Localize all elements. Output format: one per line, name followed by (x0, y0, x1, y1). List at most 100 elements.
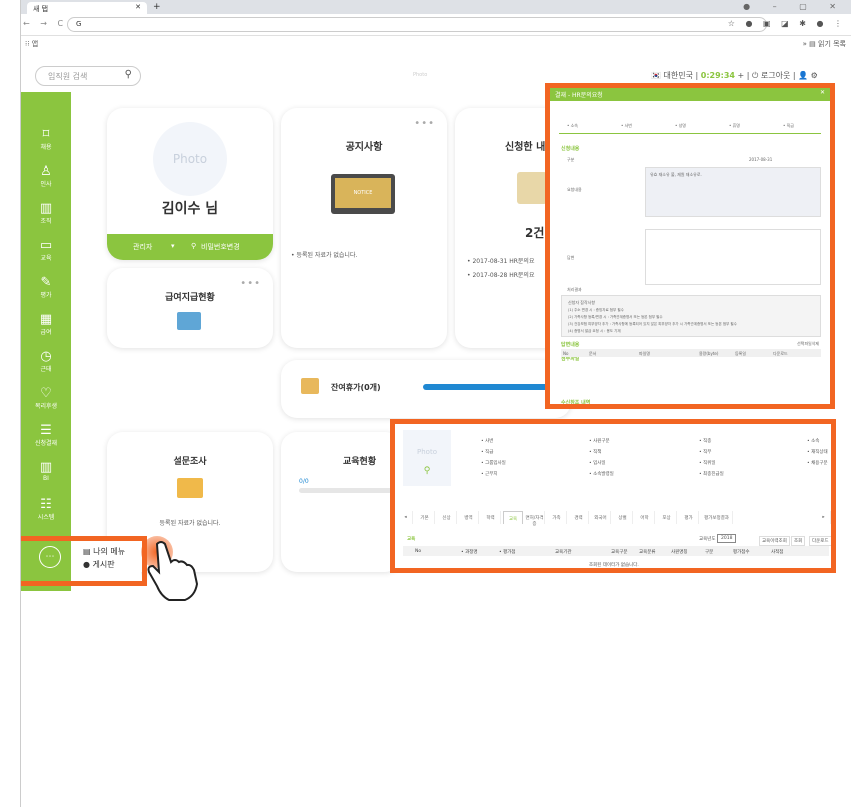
sidebar-item-label: 인사 (40, 181, 52, 188)
applied-item-2[interactable]: • 2017-08-28 HR문의요 (467, 270, 534, 279)
applied-count: 2건 (525, 226, 545, 240)
gear-icon[interactable]: ⚙ (811, 71, 818, 80)
applied-item-2-text: 2017-08-28 HR문의요 (472, 272, 535, 279)
notice-card: ••• 공지사항 NOTICE • 등록된 자료가 없습니다. (281, 108, 447, 348)
header-right: 🇰🇷 대한민국 | 0:29:34 + | ⏻ 로그아웃 | 👤 ⚙ (651, 71, 818, 80)
education-card: 교육현황 0/0 (281, 432, 401, 572)
quick-menu-popup: ▤ 나의 메뉴 ● 게시판 (73, 541, 141, 581)
sidebar-item-9[interactable]: ☰ 신청결재 (21, 424, 71, 447)
applied-illustration (517, 172, 547, 204)
sidebar-item-label: 평가 (40, 292, 52, 299)
notice-empty-text: 등록된 자료가 없습니다. (296, 252, 358, 259)
menu-icon: ▤ (83, 547, 91, 556)
extension-icons[interactable]: ☆ ● ▣ ◪ ✱ ● ⋮ (728, 19, 846, 28)
suitcase-icon (301, 378, 319, 394)
sidebar-item-label: 채용 (40, 144, 52, 151)
sidebar-item-2[interactable]: ♙ 인사 (21, 165, 71, 188)
extend-session-button[interactable]: + (738, 71, 745, 80)
reading-list-label: 읽기 목록 (818, 40, 846, 48)
reading-list[interactable]: » ▤ 읽기 목록 (803, 39, 846, 49)
sidebar-item-5[interactable]: ✎ 평가 (21, 276, 71, 299)
my-menu-label: 나의 메뉴 (93, 547, 126, 556)
sidebar-item-8[interactable]: ♡ 복리후생 (21, 387, 71, 410)
sidebar-item-1[interactable]: ⌑ 채용 (21, 128, 71, 151)
change-password-button[interactable]: 비밀번호변경 (201, 242, 240, 252)
laptop-icon: ▭ (39, 238, 53, 253)
applied-title: 신청한 내 (505, 142, 546, 153)
sidebar-item-7[interactable]: ◷ 근태 (21, 350, 71, 373)
logout-button[interactable]: 로그아웃 (761, 71, 790, 80)
heart-icon: ♡ (40, 386, 52, 401)
close-tab-icon[interactable]: ✕ (135, 3, 141, 11)
survey-empty-text: 등록된 자료가 없습니다. (159, 520, 221, 527)
nav-buttons[interactable]: ← → C (23, 19, 67, 28)
profile-actions-bar: 관리자 ▾ ⚲ 비밀번호변경 (107, 234, 273, 260)
vacation-progress-bar (423, 384, 563, 390)
url-input[interactable]: G (67, 17, 767, 32)
bookmark-icon: ⌑ (42, 127, 50, 142)
list-icon: ☰ (40, 423, 52, 438)
education-title: 교육현황 (343, 457, 377, 467)
more-icon[interactable]: ••• (414, 118, 435, 129)
key-icon: ⚲ (191, 242, 197, 250)
power-icon[interactable]: ⏻ (752, 71, 758, 80)
more-menu-button[interactable]: ⋯ (39, 546, 61, 568)
chat-icon: ● (83, 560, 90, 569)
applied-item-1-text: 2017-08-31 HR문의요 (472, 258, 535, 265)
payroll-card: ••• 급여지급현황 (107, 268, 273, 348)
sidebar-item-label: 급여 (40, 329, 52, 336)
profile-card: Photo 김이수 님 관리자 ▾ ⚲ 비밀번호변경 (107, 108, 273, 260)
sidebar-item-10[interactable]: ▥ BI (21, 461, 71, 482)
sidebar-item-label: 신청결재 (34, 440, 58, 447)
sidebar-item-label: BI (43, 475, 49, 482)
notice-empty: • 등록된 자료가 없습니다. (291, 252, 358, 259)
employee-search-input[interactable]: 임직원 검색 ⚲ (35, 66, 141, 86)
sidebar-item-label: 근태 (40, 366, 52, 373)
applied-item-1[interactable]: • 2017-08-31 HR문의요 (467, 256, 534, 265)
browser-tabbar: 새 탭 ✕ + ● – ▢ ✕ (21, 0, 851, 14)
tab-title: 새 탭 (33, 5, 49, 13)
browser-tab[interactable]: 새 탭 ✕ (27, 2, 147, 14)
education-progress-text: 0/0 (299, 478, 309, 485)
survey-title: 설문조사 (173, 457, 207, 467)
highlight-popup (545, 83, 835, 409)
board-item[interactable]: ● 게시판 (83, 558, 141, 571)
sidebar-item-6[interactable]: ▦ 급여 (21, 313, 71, 336)
sidebar-item-label: 시스템 (37, 514, 55, 521)
window-controls[interactable]: ● – ▢ ✕ (743, 2, 846, 11)
notice-illustration: NOTICE (331, 174, 395, 214)
person-icon: ♙ (40, 164, 52, 179)
flag-icon: 🇰🇷 (651, 71, 661, 80)
search-placeholder: 임직원 검색 (48, 72, 88, 81)
payroll-title: 급여지급현황 (165, 293, 215, 303)
sidebar-item-label: 복리후생 (34, 403, 58, 410)
education-progress-bar (299, 488, 399, 493)
sidebar-item-11[interactable]: ☷ 시스템 (21, 498, 71, 521)
chart-icon: ▥ (39, 460, 53, 475)
survey-icon (177, 478, 203, 498)
more-icon[interactable]: ••• (240, 278, 261, 289)
bookmarks-bar: ⁝⁝ 앱 » ▤ 읽기 목록 (21, 37, 851, 51)
chevron-down-icon[interactable]: ▾ (171, 242, 175, 250)
role-select[interactable]: 관리자 (133, 242, 152, 252)
payroll-icon (177, 312, 201, 330)
sidebar-item-label: 교육 (40, 255, 52, 262)
country-label[interactable]: 대한민국 (664, 71, 693, 80)
bookmark-apps[interactable]: 앱 (32, 40, 38, 48)
address-bar-row: ← → C G ☆ ● ▣ ◪ ✱ ● ⋮ (21, 14, 851, 36)
clock-icon: ◷ (40, 349, 52, 364)
edit-icon: ✎ (40, 275, 52, 290)
board-label: 게시판 (92, 560, 115, 569)
sidebar-item-3[interactable]: ▥ 조직 (21, 202, 71, 225)
my-menu-item[interactable]: ▤ 나의 메뉴 (83, 545, 141, 558)
vacation-card: 잔여휴가(0개) (281, 360, 571, 418)
highlight-employee-panel (390, 419, 836, 573)
avatar: Photo (153, 122, 227, 196)
search-icon[interactable]: ⚲ (125, 69, 132, 80)
apps-icon[interactable]: ⁝⁝ (25, 40, 32, 48)
calculator-icon: ▦ (39, 312, 53, 327)
header-photo-label: Photo (413, 72, 428, 78)
new-tab-icon[interactable]: + (153, 2, 161, 12)
user-icon[interactable]: 👤 (798, 71, 808, 80)
sidebar-item-4[interactable]: ▭ 교육 (21, 239, 71, 262)
